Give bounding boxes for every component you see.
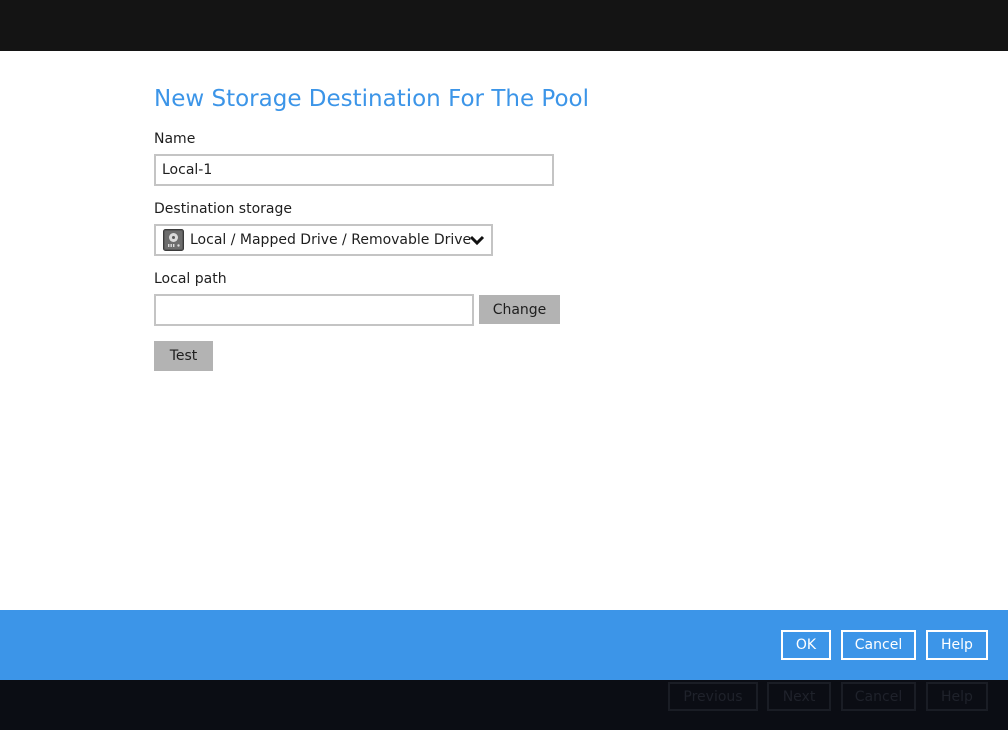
change-button[interactable]: Change bbox=[479, 295, 560, 324]
local-path-input[interactable] bbox=[154, 294, 474, 326]
dialog-footer: OK Cancel Help bbox=[0, 610, 1008, 680]
chevron-down-icon bbox=[469, 235, 485, 246]
ok-button[interactable]: OK bbox=[781, 630, 831, 660]
background-cancel-button: Cancel bbox=[841, 682, 916, 711]
test-button[interactable]: Test bbox=[154, 341, 213, 371]
cancel-button[interactable]: Cancel bbox=[841, 630, 916, 660]
destination-storage-value: Local / Mapped Drive / Removable Drive bbox=[190, 232, 472, 248]
help-button[interactable]: Help bbox=[926, 630, 988, 660]
background-window-footer: Previous Next Cancel Help bbox=[0, 680, 1008, 730]
name-input[interactable] bbox=[154, 154, 554, 186]
destination-storage-select[interactable]: Local / Mapped Drive / Removable Drive bbox=[154, 224, 493, 256]
dialog-panel: New Storage Destination For The Pool Nam… bbox=[0, 51, 1008, 610]
hard-drive-icon bbox=[163, 229, 184, 251]
background-help-button: Help bbox=[926, 682, 988, 711]
name-label: Name bbox=[154, 131, 196, 147]
destination-storage-label: Destination storage bbox=[154, 201, 292, 217]
background-next-button: Next bbox=[767, 682, 831, 711]
top-bar bbox=[0, 0, 1008, 51]
local-path-label: Local path bbox=[154, 271, 227, 287]
dialog-title: New Storage Destination For The Pool bbox=[154, 86, 589, 112]
background-previous-button: Previous bbox=[668, 682, 758, 711]
